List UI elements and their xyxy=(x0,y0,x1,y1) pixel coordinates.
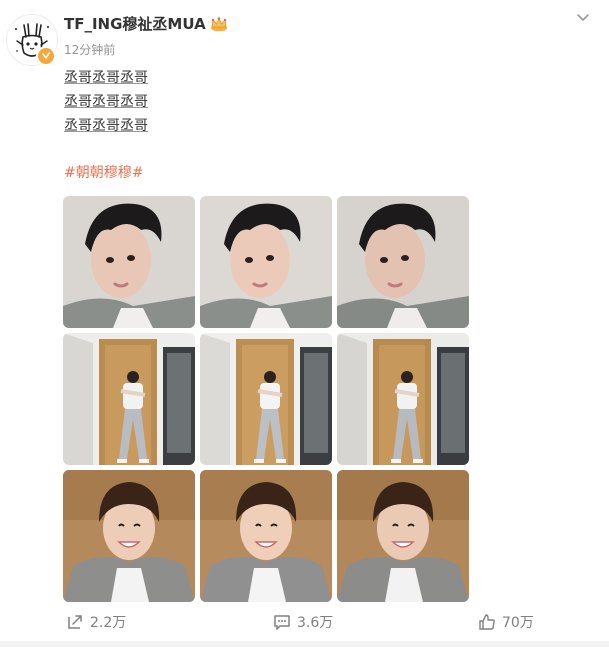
hashtag-link[interactable]: #朝朝穆穆# xyxy=(64,162,143,182)
post-text: 丞哥丞哥丞哥 丞哥丞哥丞哥 丞哥丞哥丞哥 xyxy=(64,66,148,138)
more-options-button[interactable] xyxy=(571,6,595,30)
thumbs-up-icon xyxy=(479,614,495,630)
author-name[interactable]: TF_ING穆祉丞MUA xyxy=(64,13,206,34)
photo-thumbnail[interactable] xyxy=(63,333,195,465)
like-button[interactable]: 70万 xyxy=(478,612,534,632)
weibo-post-card: TF_ING穆祉丞MUA 12分钟前 丞哥丞哥丞哥 丞哥丞哥丞哥 丞哥丞哥丞哥 … xyxy=(0,0,609,647)
repost-button[interactable]: 2.2万 xyxy=(66,612,126,632)
photo-thumbnail[interactable] xyxy=(337,196,469,328)
photo-thumbnail[interactable] xyxy=(200,470,332,602)
crown-icon[interactable] xyxy=(210,16,228,32)
repost-count: 2.2万 xyxy=(90,615,127,631)
chevron-down-icon xyxy=(577,14,589,21)
post-timestamp[interactable]: 12分钟前 xyxy=(64,41,115,58)
author-row: TF_ING穆祉丞MUA xyxy=(64,13,228,34)
like-count: 70万 xyxy=(502,615,534,631)
comment-count: 3.6万 xyxy=(297,615,334,631)
post-action-bar: 2.2万 3.6万 70万 xyxy=(0,606,609,638)
photo-thumbnail[interactable] xyxy=(337,470,469,602)
post-text-line: 丞哥丞哥丞哥 xyxy=(64,70,148,86)
verified-badge-icon xyxy=(36,46,56,66)
comment-button[interactable]: 3.6万 xyxy=(273,612,333,632)
post-text-line: 丞哥丞哥丞哥 xyxy=(64,118,148,134)
photo-thumbnail[interactable] xyxy=(200,333,332,465)
photo-thumbnail[interactable] xyxy=(200,196,332,328)
photo-grid xyxy=(63,196,469,602)
repost-icon xyxy=(68,615,82,629)
post-text-line: 丞哥丞哥丞哥 xyxy=(64,94,148,110)
divider xyxy=(0,641,609,647)
photo-thumbnail[interactable] xyxy=(63,196,195,328)
photo-thumbnail[interactable] xyxy=(63,470,195,602)
comment-icon xyxy=(274,615,290,630)
photo-thumbnail[interactable] xyxy=(337,333,469,465)
